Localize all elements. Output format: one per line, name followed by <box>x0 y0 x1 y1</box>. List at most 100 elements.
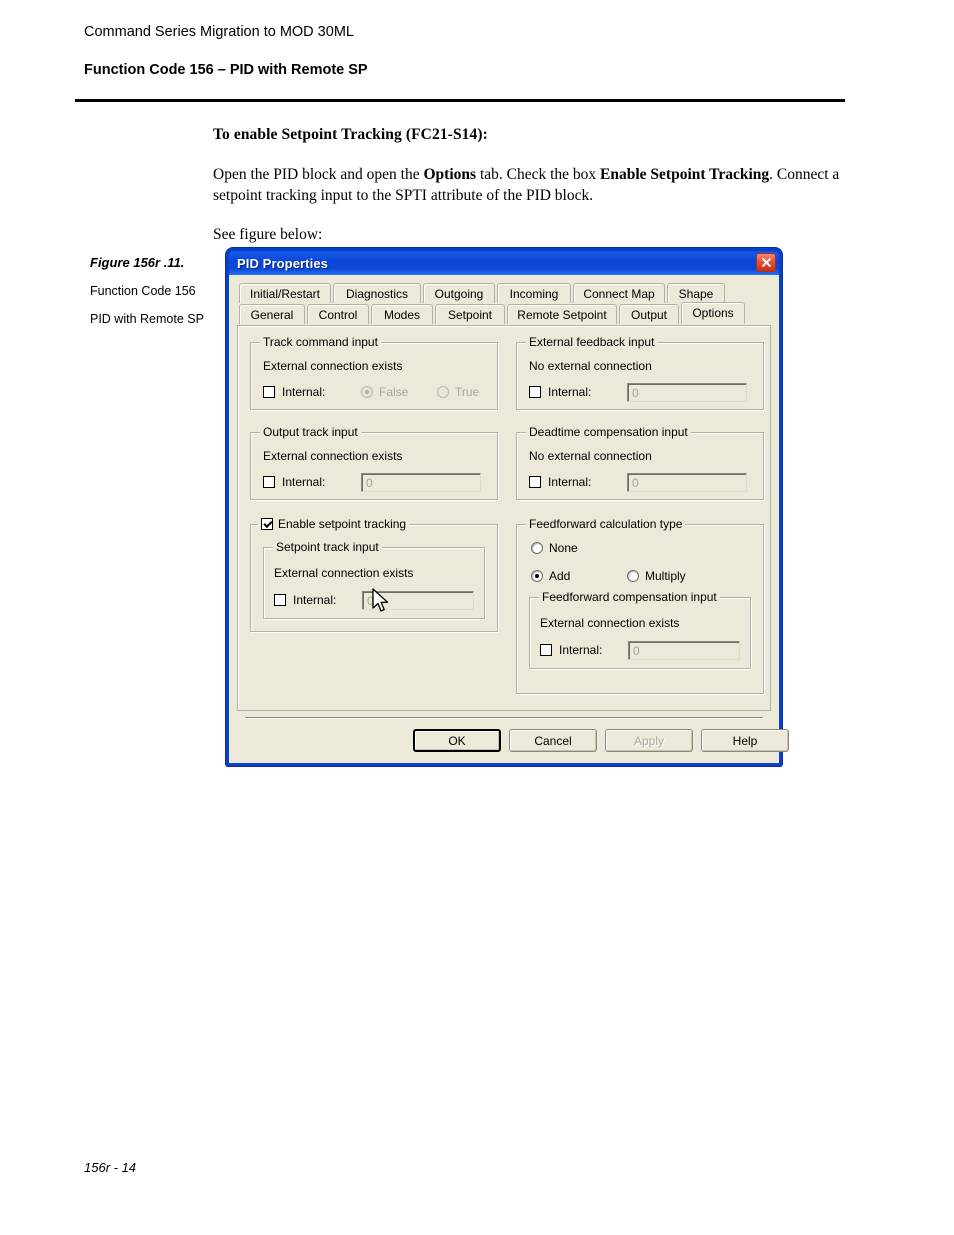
checkbox-icon[interactable] <box>540 644 552 656</box>
tab-label: Outgoing <box>434 286 484 301</box>
radio-label: None <box>549 541 578 555</box>
figure-line-2: PID with Remote SP <box>90 311 204 326</box>
tab-label: Control <box>318 307 358 322</box>
help-button[interactable]: Help <box>701 729 789 752</box>
group-track-command-input: Track command input External connection … <box>250 335 498 410</box>
header-divider <box>75 99 845 102</box>
tab-label: Setpoint <box>447 307 493 322</box>
feedforward-radio-multiply[interactable]: Multiply <box>627 569 686 583</box>
page-footer: 156r - 14 <box>84 1160 137 1175</box>
deadtime-internal-field[interactable]: 0 <box>627 473 747 492</box>
instruction-paragraph: Open the PID block and open the Options … <box>213 164 853 206</box>
radio-label: Multiply <box>645 569 686 583</box>
internal-label: Internal: <box>548 475 592 489</box>
group-legend: Track command input <box>260 335 381 349</box>
tab-label: Modes <box>383 307 421 322</box>
tab-initial-restart[interactable]: Initial/Restart <box>239 283 331 303</box>
radio-label: False <box>379 385 409 399</box>
checkbox-icon[interactable] <box>274 594 286 606</box>
figure-line-1: Function Code 156 <box>90 284 196 298</box>
setpoint-track-internal-checkbox-row[interactable]: Internal: <box>274 593 336 607</box>
tab-connect-map[interactable]: Connect Map <box>573 283 665 303</box>
apply-button: Apply <box>605 729 693 752</box>
tab-label: Incoming <box>509 286 559 301</box>
internal-label: Internal: <box>282 385 326 399</box>
section-heading: To enable Setpoint Tracking (FC21-S14): <box>213 126 488 143</box>
document-subheader: Function Code 156 – PID with Remote SP <box>84 62 368 78</box>
group-setpoint-track-input: Setpoint track input External connection… <box>263 540 485 619</box>
figure-caption: Figure 156r .11. Function Code 156 PID w… <box>90 255 215 339</box>
setpoint-track-internal-field[interactable]: 0 <box>362 591 474 610</box>
feedforward-radio-none[interactable]: None <box>531 541 578 555</box>
para-text-1: Open the PID block and open the <box>213 166 424 183</box>
output-track-status: External connection exists <box>263 449 403 463</box>
see-figure-text: See figure below: <box>213 226 323 243</box>
radio-label: Add <box>549 569 571 583</box>
feedforward-radio-add[interactable]: Add <box>531 569 570 583</box>
tab-control[interactable]: Control <box>307 304 369 324</box>
enable-setpoint-tracking-checkbox-row[interactable]: Enable setpoint tracking <box>258 517 410 531</box>
close-icon[interactable] <box>756 253 776 272</box>
tab-options[interactable]: Options <box>681 302 745 324</box>
radio-icon[interactable] <box>437 386 449 398</box>
radio-label: True <box>455 385 480 399</box>
internal-label: Internal: <box>293 593 337 607</box>
tab-diagnostics[interactable]: Diagnostics <box>333 283 421 303</box>
tab-remote-setpoint[interactable]: Remote Setpoint <box>507 304 617 324</box>
group-external-feedback-input: External feedback input No external conn… <box>516 335 764 410</box>
cancel-button[interactable]: Cancel <box>509 729 597 752</box>
checkbox-icon[interactable] <box>263 476 275 488</box>
ok-button[interactable]: OK <box>413 729 501 752</box>
tab-label: General <box>250 307 294 322</box>
dialog-body: Initial/Restart Diagnostics Outgoing Inc… <box>229 275 789 763</box>
tab-setpoint[interactable]: Setpoint <box>435 304 505 324</box>
document-header: Command Series Migration to MOD 30ML <box>84 24 354 40</box>
group-legend: Feedforward calculation type <box>526 517 686 531</box>
tab-strip: Initial/Restart Diagnostics Outgoing Inc… <box>239 283 767 324</box>
feedforward-comp-internal-checkbox-row[interactable]: Internal: <box>540 643 602 657</box>
tab-outgoing[interactable]: Outgoing <box>423 283 495 303</box>
feedforward-comp-internal-field[interactable]: 0 <box>628 641 740 660</box>
group-deadtime-compensation-input: Deadtime compensation input No external … <box>516 425 764 500</box>
figure-number: Figure 156r .11. <box>90 255 185 270</box>
checkbox-icon[interactable] <box>529 386 541 398</box>
deadtime-internal-checkbox-row[interactable]: Internal: <box>529 475 591 489</box>
para-bold-enable-setpoint-tracking: Enable Setpoint Tracking <box>600 166 770 183</box>
group-enable-setpoint-tracking: Enable setpoint tracking Setpoint track … <box>250 517 498 632</box>
tab-general[interactable]: General <box>239 304 305 324</box>
checkbox-icon[interactable] <box>261 518 273 530</box>
tab-label: Output <box>630 307 668 322</box>
radio-icon[interactable] <box>361 386 373 398</box>
external-feedback-internal-field[interactable]: 0 <box>627 383 747 402</box>
tab-incoming[interactable]: Incoming <box>497 283 571 303</box>
tab-label: Remote Setpoint <box>517 307 607 322</box>
group-output-track-input: Output track input External connection e… <box>250 425 498 500</box>
feedforward-comp-status: External connection exists <box>540 616 680 630</box>
radio-icon[interactable] <box>531 542 543 554</box>
external-feedback-internal-checkbox-row[interactable]: Internal: <box>529 385 591 399</box>
options-tab-panel: Track command input External connection … <box>237 325 771 711</box>
tab-label: Connect Map <box>583 286 655 301</box>
deadtime-status: No external connection <box>529 449 652 463</box>
output-track-internal-checkbox-row[interactable]: Internal: <box>263 475 325 489</box>
group-legend: External feedback input <box>526 335 658 349</box>
track-command-radio-true[interactable]: True <box>437 385 479 399</box>
button-row-divider <box>245 717 763 719</box>
checkbox-icon[interactable] <box>529 476 541 488</box>
pid-properties-dialog: PID Properties Initial/Restart Diagnosti… <box>226 248 789 766</box>
tab-row-2: General Control Modes Setpoint Remote Se… <box>239 302 767 324</box>
output-track-internal-field[interactable]: 0 <box>361 473 481 492</box>
track-command-radio-false[interactable]: False <box>361 385 408 399</box>
para-bold-options: Options <box>423 166 477 183</box>
internal-label: Internal: <box>282 475 326 489</box>
checkbox-icon[interactable] <box>263 386 275 398</box>
dialog-title: PID Properties <box>237 255 328 271</box>
radio-icon[interactable] <box>531 570 543 582</box>
track-command-internal-checkbox-row[interactable]: Internal: <box>263 385 325 399</box>
tab-output[interactable]: Output <box>619 304 679 324</box>
radio-icon[interactable] <box>627 570 639 582</box>
tab-modes[interactable]: Modes <box>371 304 433 324</box>
dialog-title-bar: PID Properties <box>229 251 779 275</box>
tab-shape[interactable]: Shape <box>667 283 725 303</box>
tab-label: Diagnostics <box>345 286 409 301</box>
